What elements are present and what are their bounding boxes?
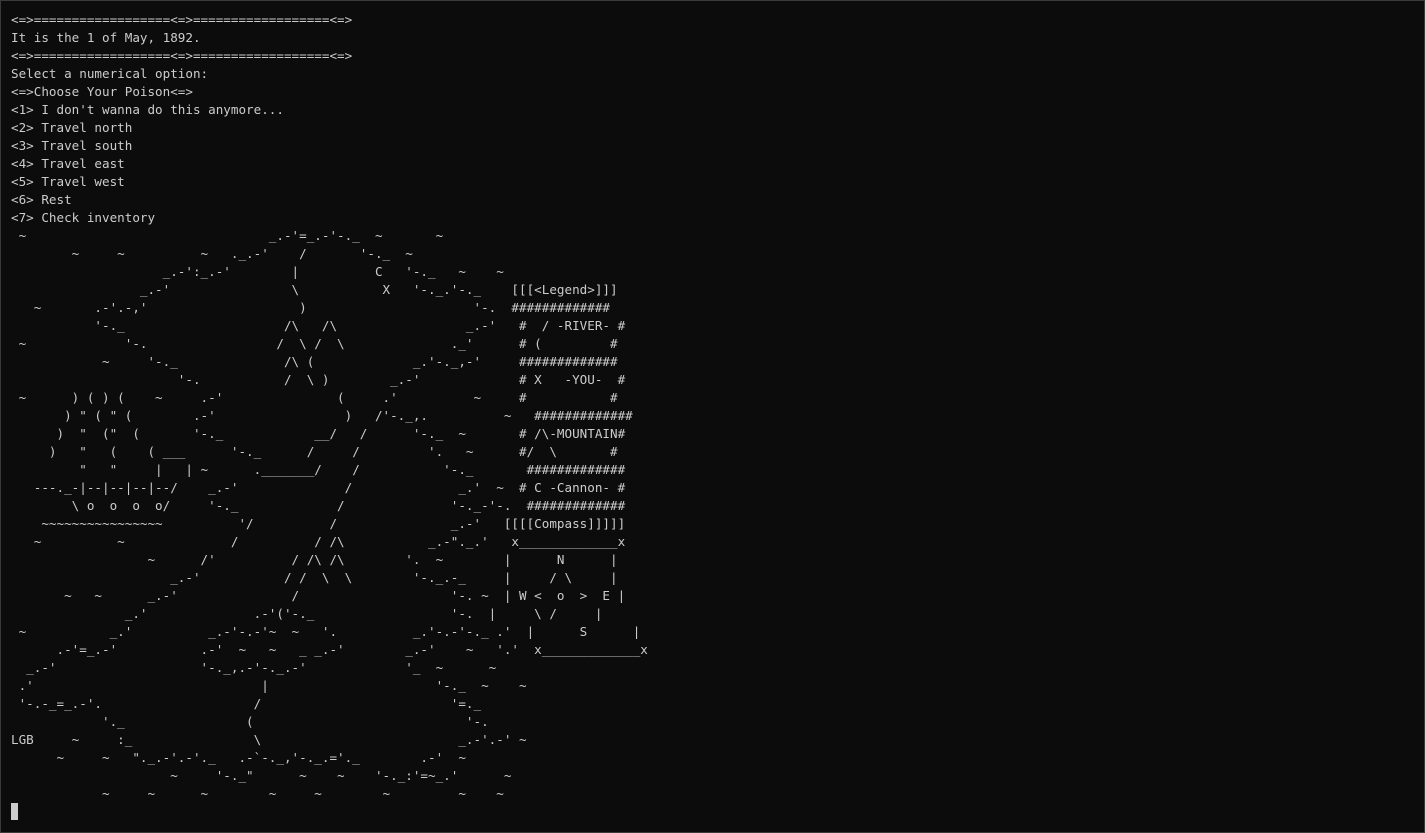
terminal-line: ~ ~ ~ ._.-' / '-._ ~ [11,246,413,261]
terminal-line: ~ '-._" ~ ~ '-._:'=~_.' ~ [11,768,512,783]
terminal-line: <6> Rest [11,192,72,207]
terminal-line: '-._ /\ /\ _.-' # / -RIVER- # [11,318,626,333]
terminal-line: \ o o o o/ '-._ / '-._-'-. ############# [11,498,626,513]
terminal-line: ~~~~~~~~~~~~~~~~ '/ / _.-' [[[[Compass]]… [11,516,626,531]
terminal-line: ) " (" ( '-._ __/ / '-._ ~ # /\-MOUNTAIN… [11,426,626,441]
terminal-line: ~ _.-'=_.-'-._ ~ ~ [11,228,444,243]
terminal-line: ~ ~ / / /\ _.-"._.' x_____________x [11,534,626,549]
terminal-line: Select a numerical option: [11,66,209,81]
terminal-line: _.-' '-._,.-'-._.-' '_ ~ ~ [11,660,497,675]
terminal-line: <=>==================<=>================… [11,12,353,27]
terminal-line: ~ ~ _.-' / '-. ~ | W < o > E | [11,588,626,603]
terminal-line: '-. / \ ) _.-' # X -YOU- # [11,372,626,387]
terminal-line: _.' .-'('-._ '-. | \ / | [11,606,603,621]
terminal-line: ) " ( ( ___ '-._ / / '. ~ #/ \ # [11,444,618,459]
terminal-line: <1> I don't wanna do this anymore... [11,102,284,117]
terminal-line: ~ .-'.-,' ) '-. ############# [11,300,610,315]
terminal-line: _.-' \ X '-._.'-._ [[[<Legend>]]] [11,282,618,297]
terminal-line: <5> Travel west [11,174,125,189]
terminal-window[interactable]: <=>==================<=>================… [0,0,1425,833]
terminal-line: ~ ) ( ) ( ~ .-' ( .' ~ # # [11,390,618,405]
terminal-line: ~ _.' _.-'-.-'~ ~ '. _.'-.-'-._ .' | S | [11,624,641,639]
terminal-line: <3> Travel south [11,138,133,153]
terminal-line: <4> Travel east [11,156,125,171]
terminal-line: ---._-|--|--|--|--/ _.-' / _.' ~ # C -Ca… [11,480,626,495]
terminal-line: ~ '-. / \ / \ ._' # ( # [11,336,618,351]
text-cursor [11,803,18,820]
terminal-line: ) " ( " ( .-' ) /'-._,. ~ ############# [11,408,633,423]
terminal-line: <=>==================<=>================… [11,48,353,63]
terminal-line: ~ '-._ /\ ( _.'-._,-' ############# [11,354,618,369]
terminal-line: '._ ( '-. [11,714,489,729]
terminal-line: <2> Travel north [11,120,133,135]
terminal-line: _.-':_.-' | C '-._ ~ ~ [11,264,504,279]
terminal-line: ~ ~ ~ ~ ~ ~ ~ ~ [11,786,504,801]
terminal-line: _.-' / / \ \ '-._.-_ | / \ | [11,570,618,585]
terminal-line: .' | '-._ ~ ~ [11,678,527,693]
terminal-line: <=>Choose Your Poison<=> [11,84,193,99]
terminal-line: <7> Check inventory [11,210,156,225]
terminal-line: ~ /' / /\ /\ '. ~ | N | [11,552,618,567]
terminal-line: It is the 1 of May, 1892. [11,30,201,45]
terminal-line: ~ ~ "._.-'.-'._ .-`-._,'-._.='._ .-' ~ [11,750,466,765]
terminal-line: '-.-_=_.-'. / '=._ [11,696,482,711]
terminal-line: .-'=_.-' .-' ~ ~ _ _.-' _.-' ~ '.' x____… [11,642,648,657]
terminal-line: " " | | ~ ._______/ / '-._ ############# [11,462,626,477]
terminal-line: LGB ~ :_ \ _.-'.-' ~ [11,732,527,747]
